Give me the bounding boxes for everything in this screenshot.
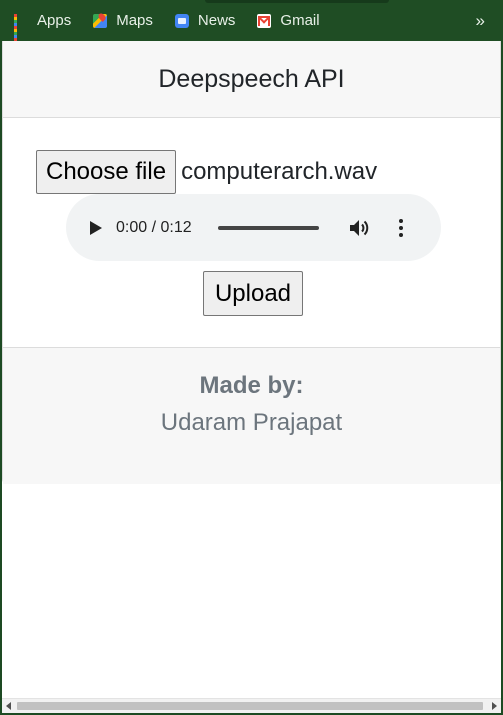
gmail-icon bbox=[257, 13, 272, 28]
card-header: Deepspeech API bbox=[3, 41, 500, 118]
choose-file-button[interactable]: Choose file bbox=[36, 150, 177, 194]
audio-options-icon[interactable] bbox=[398, 218, 403, 237]
main-card: Deepspeech API Choose file computerarch.… bbox=[2, 41, 501, 484]
tab-strip-edge bbox=[205, 0, 389, 3]
volume-icon[interactable] bbox=[349, 218, 371, 238]
bookmarks-bar: Apps Maps News Gmail » bbox=[0, 0, 503, 41]
page-title: Deepspeech API bbox=[158, 64, 345, 93]
bookmark-gmail[interactable]: Gmail bbox=[257, 12, 320, 29]
bookmark-label: News bbox=[197, 12, 236, 29]
upload-button[interactable]: Upload bbox=[203, 271, 303, 316]
bookmark-maps[interactable]: Maps bbox=[93, 12, 153, 29]
card-footer: Made by: Udaram Prajapat bbox=[3, 347, 500, 484]
audio-time-display: 0:00 / 0:12 bbox=[116, 218, 192, 236]
apps-icon bbox=[14, 13, 28, 41]
bookmark-label: Maps bbox=[116, 12, 153, 29]
play-icon[interactable] bbox=[90, 220, 102, 235]
scroll-right-icon[interactable] bbox=[492, 702, 497, 710]
file-input: Choose file computerarch.wav bbox=[36, 150, 377, 194]
news-icon bbox=[174, 13, 189, 28]
made-by-label: Made by: bbox=[199, 372, 304, 399]
scroll-left-icon[interactable] bbox=[6, 702, 11, 710]
audio-progress-slider[interactable] bbox=[217, 225, 319, 230]
card-body: Choose file computerarch.wav 0:00 / 0:12… bbox=[3, 118, 500, 347]
more-bookmarks-button[interactable]: » bbox=[476, 11, 485, 31]
selected-file-name: computerarch.wav bbox=[181, 158, 378, 185]
bookmark-label: Gmail bbox=[280, 12, 320, 29]
maps-icon bbox=[93, 13, 108, 28]
bookmark-apps[interactable]: Apps bbox=[14, 12, 72, 41]
bookmark-label: Apps bbox=[37, 12, 72, 29]
horizontal-scrollbar[interactable] bbox=[2, 698, 501, 713]
author-name: Udaram Prajapat bbox=[160, 409, 343, 436]
page-viewport: Deepspeech API Choose file computerarch.… bbox=[2, 41, 501, 698]
scrollbar-thumb[interactable] bbox=[17, 702, 483, 710]
bookmark-news[interactable]: News bbox=[174, 12, 236, 29]
audio-player: 0:00 / 0:12 bbox=[66, 194, 441, 261]
